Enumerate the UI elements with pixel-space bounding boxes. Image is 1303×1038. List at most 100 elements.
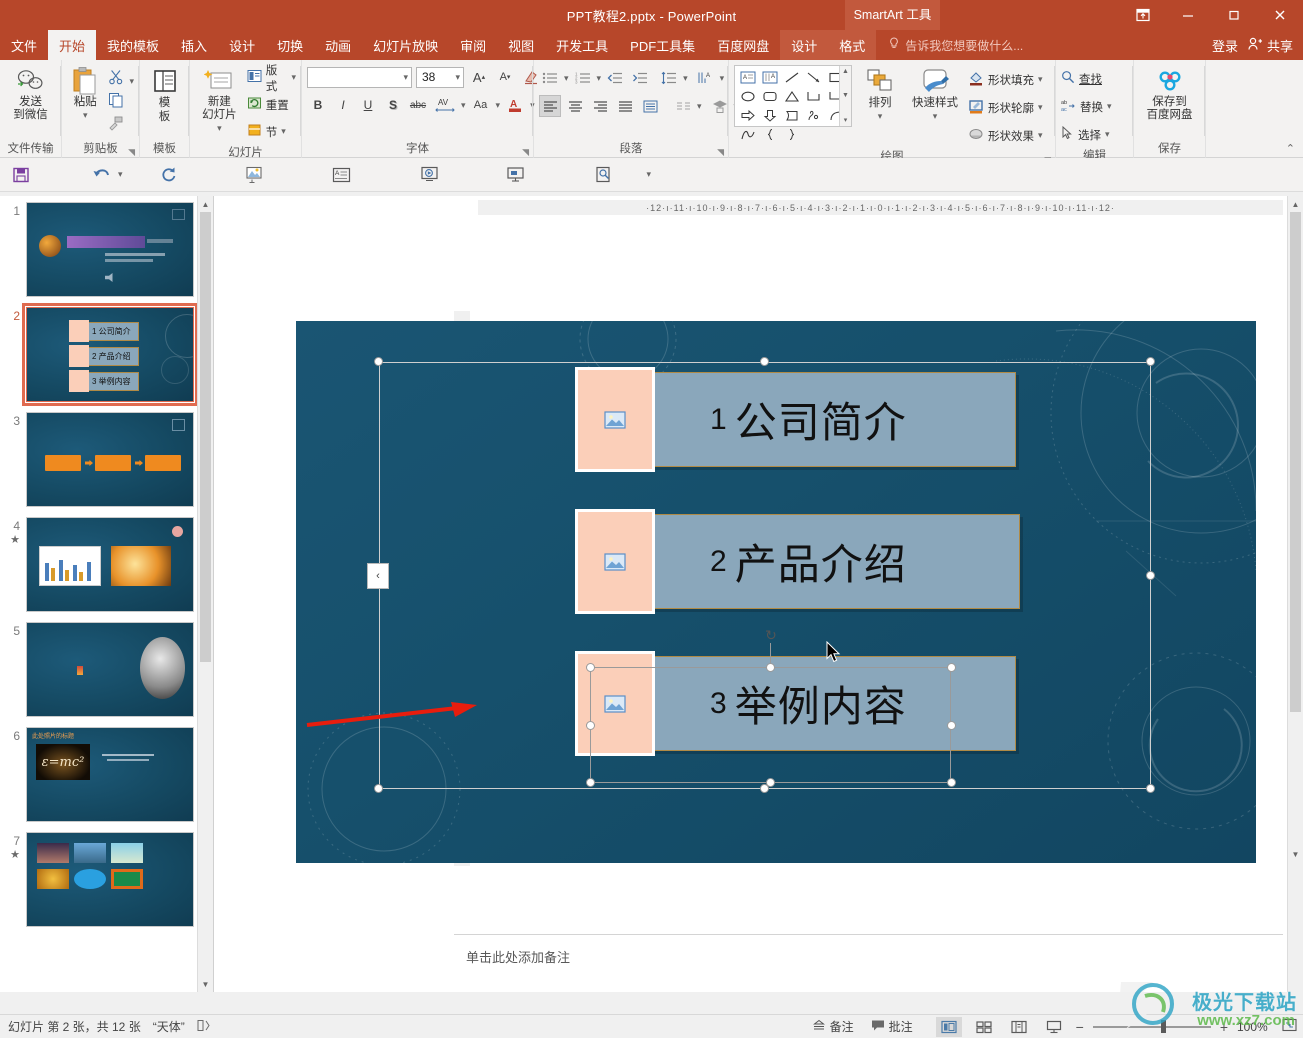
- thumbnail-preview[interactable]: [26, 202, 194, 297]
- new-slide-button[interactable]: 新建 幻灯片 ▾: [195, 64, 244, 135]
- selection-handle-tl[interactable]: [374, 357, 383, 366]
- text-shadow-icon[interactable]: S: [382, 94, 404, 116]
- thumbnail-preview[interactable]: 此处照片的标题 ε=mc²: [26, 727, 194, 822]
- section-button[interactable]: 节 ▾: [247, 119, 296, 144]
- select-dropdown-icon[interactable]: ▾: [1105, 129, 1110, 140]
- present-online-icon[interactable]: [417, 163, 443, 187]
- new-slide-qat-icon[interactable]: A: [329, 163, 355, 187]
- thumbnail-preview[interactable]: [26, 622, 194, 717]
- thumbnail-scrollbar[interactable]: ▲ ▼: [197, 196, 213, 992]
- selection-handle-br[interactable]: [1146, 784, 1155, 793]
- columns-dropdown-icon[interactable]: ▾: [697, 101, 702, 112]
- shape-outline-button[interactable]: 形状轮廓 ▾: [968, 95, 1043, 120]
- share-button[interactable]: 共享: [1248, 36, 1293, 55]
- arrange-button[interactable]: 排列 ▾: [858, 65, 902, 123]
- layout-button[interactable]: 版式 ▾: [247, 65, 296, 93]
- print-preview-icon[interactable]: [591, 163, 617, 187]
- layout-dropdown-icon[interactable]: ▾: [291, 72, 296, 83]
- shapes-gallery[interactable]: A A ▲ ▼ ▾: [734, 65, 852, 140]
- send-to-wechat-button[interactable]: 发送 到微信: [5, 64, 56, 122]
- paste-dropdown-icon[interactable]: ▾: [83, 109, 88, 122]
- tab-transitions[interactable]: 切换: [266, 30, 314, 60]
- tab-my-templates[interactable]: 我的模板: [96, 30, 170, 60]
- text-direction-dropdown-icon[interactable]: ▾: [720, 73, 725, 84]
- accessibility-icon[interactable]: [197, 1019, 212, 1035]
- tell-me-box[interactable]: 告诉我您想要做什么...: [876, 30, 1023, 60]
- justify-icon[interactable]: [614, 95, 636, 117]
- reading-view-icon[interactable]: [1006, 1017, 1032, 1037]
- slide-sorter-icon[interactable]: [971, 1017, 997, 1037]
- decrease-indent-icon[interactable]: [604, 67, 626, 89]
- change-case-dropdown-icon[interactable]: ▾: [496, 100, 501, 111]
- tab-review[interactable]: 审阅: [449, 30, 497, 60]
- quick-styles-dropdown-icon[interactable]: ▾: [933, 110, 938, 123]
- save-to-baidu-netdisk-button[interactable]: 保存到 百度网盘: [1139, 64, 1200, 122]
- increase-indent-icon[interactable]: [629, 67, 651, 89]
- fit-to-window-icon[interactable]: [1282, 1018, 1297, 1035]
- character-spacing-dropdown-icon[interactable]: ▾: [461, 100, 466, 111]
- selection-handle-bl[interactable]: [374, 784, 383, 793]
- selection-handle-tr[interactable]: [1146, 357, 1155, 366]
- thumbnail-item-7[interactable]: 7 ★: [0, 826, 213, 931]
- numbering-dropdown-icon[interactable]: ▾: [597, 73, 602, 84]
- copy-icon[interactable]: [105, 89, 127, 111]
- tab-file[interactable]: 文件: [0, 30, 48, 60]
- slide-scrollbar[interactable]: ▲ ▼: [1287, 196, 1303, 992]
- reset-button[interactable]: 重置: [247, 92, 296, 117]
- arrow-shape-icon[interactable]: [803, 68, 825, 87]
- thumbnail-item-5[interactable]: 5: [0, 616, 213, 721]
- shape-effects-dropdown-icon[interactable]: ▾: [1038, 130, 1043, 141]
- close-icon[interactable]: [1257, 0, 1303, 30]
- save-icon[interactable]: [8, 163, 34, 187]
- node-handle-ml[interactable]: [586, 721, 595, 730]
- align-center-icon[interactable]: [564, 95, 586, 117]
- arrange-dropdown-icon[interactable]: ▾: [878, 110, 883, 123]
- node-handle-br[interactable]: [947, 778, 956, 787]
- scrollbar-thumb[interactable]: [1290, 212, 1301, 712]
- line-spacing-dropdown-icon[interactable]: ▾: [683, 73, 688, 84]
- line-shape-icon[interactable]: [781, 68, 803, 87]
- undo-dropdown-icon[interactable]: ▾: [118, 169, 123, 180]
- shrink-font-icon[interactable]: A ▾: [494, 66, 516, 88]
- underline-icon[interactable]: U: [357, 94, 379, 116]
- numbering-icon[interactable]: 123: [572, 67, 594, 89]
- node-handle-tr[interactable]: [947, 663, 956, 672]
- gallery-more-icon[interactable]: ▾: [844, 116, 848, 124]
- down-arrow-shape-icon[interactable]: [759, 106, 781, 125]
- restore-icon[interactable]: [1211, 0, 1257, 30]
- slideshow-view-icon[interactable]: [1041, 1017, 1067, 1037]
- font-size-combobox[interactable]: 38 ▾: [416, 66, 464, 88]
- format-painter-icon[interactable]: [105, 112, 127, 134]
- tab-view[interactable]: 视图: [497, 30, 545, 60]
- quick-styles-button[interactable]: 快速样式 ▾: [908, 65, 962, 123]
- section-dropdown-icon[interactable]: ▾: [281, 126, 286, 137]
- change-case-icon[interactable]: Aa: [469, 94, 493, 116]
- vertical-textbox-shape-icon[interactable]: A: [759, 68, 781, 87]
- select-button[interactable]: 选择 ▾: [1061, 122, 1110, 147]
- tab-design[interactable]: 设计: [218, 30, 266, 60]
- slide-canvas[interactable]: 1 公司简介 2 产品介绍 3 举例内容 ↻ ‹: [296, 321, 1256, 863]
- ctx-tab-format[interactable]: 格式: [828, 30, 876, 60]
- thumbnail-item-6[interactable]: 6 此处照片的标题 ε=mc²: [0, 721, 213, 826]
- tab-insert[interactable]: 插入: [170, 30, 218, 60]
- slideshow-icon[interactable]: [503, 163, 529, 187]
- selection-handle-tc[interactable]: [760, 357, 769, 366]
- thumbnail-item-1[interactable]: 1: [0, 196, 213, 301]
- gallery-scroll-down-icon[interactable]: ▼: [842, 92, 849, 99]
- flowchart-shape-icon[interactable]: [781, 106, 803, 125]
- right-brace-shape-icon[interactable]: [781, 125, 803, 144]
- shape-outline-dropdown-icon[interactable]: ▾: [1038, 102, 1043, 113]
- text-direction-icon[interactable]: A: [695, 67, 717, 89]
- thumbnail-item-4[interactable]: 4 ★: [0, 511, 213, 616]
- triangle-shape-icon[interactable]: [781, 87, 803, 106]
- find-button[interactable]: 查找: [1061, 66, 1102, 91]
- font-color-icon[interactable]: A: [503, 94, 527, 116]
- strikethrough-icon[interactable]: abc: [407, 94, 429, 116]
- grow-font-icon[interactable]: A ▴: [468, 66, 490, 88]
- elbow-connector-shape-icon[interactable]: [803, 87, 825, 106]
- smartart-text-pane-chevron-icon[interactable]: ‹: [367, 563, 389, 589]
- character-spacing-icon[interactable]: AV: [432, 94, 458, 116]
- right-arrow-shape-icon[interactable]: [737, 106, 759, 125]
- columns-icon[interactable]: [672, 95, 694, 117]
- slide-thumbnail-pane[interactable]: 1 2 1 公司简介 2 产品介绍 3 举例内容 3 4 ★ 5 6 此处照片的…: [0, 196, 214, 992]
